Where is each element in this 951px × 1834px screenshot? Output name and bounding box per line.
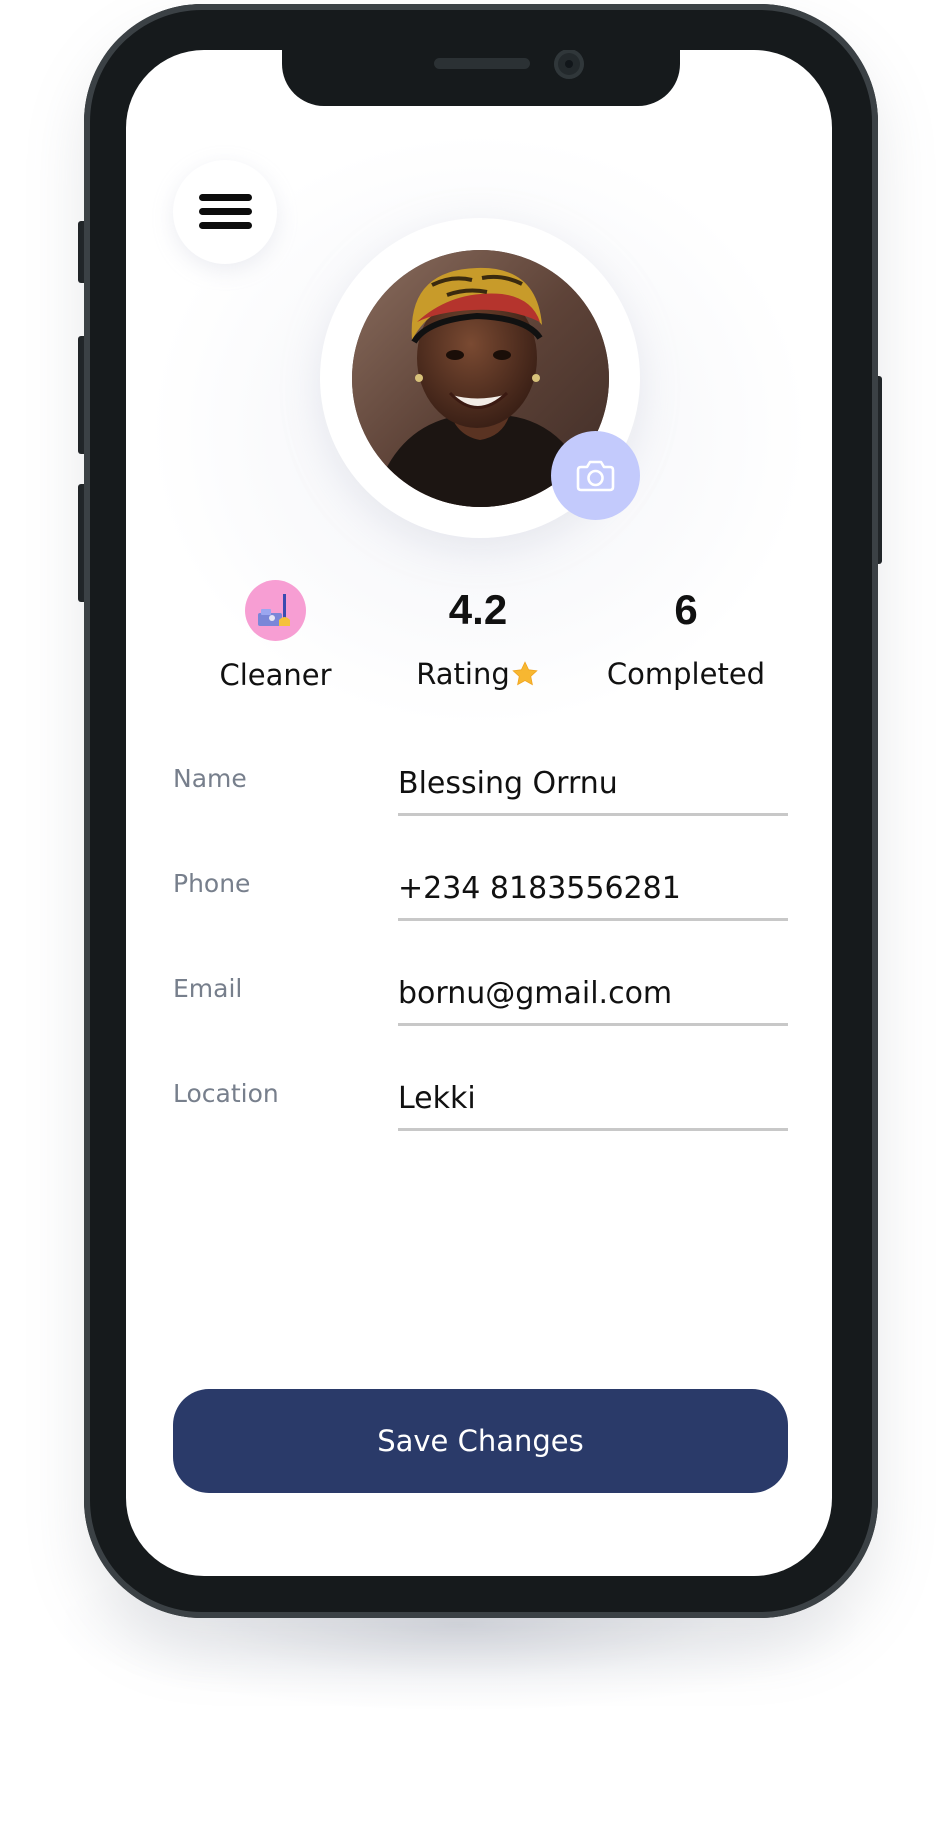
name-field[interactable]: Blessing Orrnu [398, 766, 788, 801]
camera-icon [576, 460, 615, 492]
cleaning-supplies-icon [258, 594, 290, 626]
stat-rating: 4.2 Rating [378, 586, 578, 692]
rating-value: 4.2 [448, 586, 508, 633]
stat-role: Cleaner [189, 657, 362, 693]
completed-label: Completed [606, 657, 766, 691]
front-camera [554, 50, 584, 79]
role-label: Cleaner [219, 658, 332, 692]
role-badge [245, 580, 306, 641]
rating-label: Rating [416, 657, 510, 691]
rating-label-row: Rating [378, 656, 578, 692]
stat-completed: 6 Completed [576, 586, 796, 692]
email-underline [398, 1023, 788, 1026]
email-label: Email [173, 974, 243, 1003]
email-field[interactable]: bornu@gmail.com [398, 976, 788, 1011]
change-photo-button[interactable] [551, 431, 640, 520]
speaker-grille [434, 58, 530, 69]
location-label: Location [173, 1079, 279, 1108]
phone-screen: Cleaner 4.2 Rating 6 Completed Name Bles… [126, 50, 832, 1576]
menu-button[interactable] [173, 160, 277, 264]
phone-notch [282, 50, 680, 106]
name-label: Name [173, 764, 247, 793]
completed-value: 6 [674, 586, 698, 633]
location-field[interactable]: Lekki [398, 1081, 788, 1116]
mockup-stage: Cleaner 4.2 Rating 6 Completed Name Bles… [0, 0, 951, 1834]
save-changes-button[interactable]: Save Changes [173, 1389, 788, 1493]
name-underline [398, 813, 788, 816]
phone-underline [398, 918, 788, 921]
star-icon [512, 661, 538, 686]
phone-label: Phone [173, 869, 251, 898]
location-underline [398, 1128, 788, 1131]
phone-field[interactable]: +234 8183556281 [398, 871, 788, 906]
